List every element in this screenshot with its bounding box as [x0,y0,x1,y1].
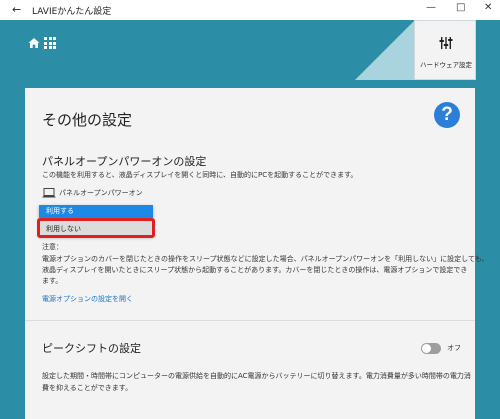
note-line: 液晶ディスプレイを開いたときにスリープ状態から起動することがあります。カバーを閉… [42,266,468,274]
window-title: LAVIEかんたん設定 [32,7,112,17]
home-icon[interactable] [28,37,40,49]
app-area: ハードウェア設定 その他の設定 ? パネルオープンパワーオンの設定 この機能を利… [0,20,500,419]
note-heading: 注意： [42,243,63,251]
peak-shift-description-line: 設定した期間・時間帯にコンピューターの電源供給を自動的にAC電源からバッテリーに… [42,372,471,380]
section-divider [25,320,475,321]
toggle-knob [422,344,431,353]
peak-shift-toggle-label: オフ [447,344,461,352]
hardware-settings-label: ハードウェア設定 [420,61,472,69]
settings-panel: その他の設定 ? パネルオープンパワーオンの設定 この機能を利用すると、液晶ディ… [25,88,488,419]
peak-shift-title: ピークシフトの設定 [42,342,141,355]
highlight-annotation [37,218,155,238]
header-decoration [355,20,415,80]
maximize-icon[interactable]: □ [456,2,465,13]
sliders-icon [439,37,453,49]
help-icon[interactable]: ? [434,102,460,128]
page-title: その他の設定 [42,111,133,129]
power-options-link[interactable]: 電源オプションの設定を開く [42,294,133,304]
panel-poweron-title: パネルオープンパワーオンの設定 [42,155,207,168]
panel-poweron-option-label: パネルオープンパワーオン [59,189,143,197]
app-grid-icon[interactable] [44,37,56,49]
hardware-settings-button[interactable]: ハードウェア設定 [414,20,476,80]
minimize-icon[interactable]: — [426,2,436,13]
dropdown-option-enable[interactable]: 利用する [39,205,153,218]
title-bar: ← LAVIEかんたん設定 — □ ✕ [0,0,500,20]
peak-shift-description-line: 費を抑えることができます。 [42,384,133,392]
panel-poweron-description: この機能を利用すると、液晶ディスプレイを開くと同時に、自動的にPCを起動すること… [42,171,358,179]
peak-shift-toggle[interactable] [421,343,441,354]
back-arrow-icon[interactable]: ← [12,3,21,16]
note-line: ます。 [42,277,63,285]
close-icon[interactable]: ✕ [484,2,492,13]
note-line: 電源オプションのカバーを閉じたときの操作をスリープ状態などに設定した場合、パネル… [42,255,489,263]
laptop-icon [42,188,56,198]
